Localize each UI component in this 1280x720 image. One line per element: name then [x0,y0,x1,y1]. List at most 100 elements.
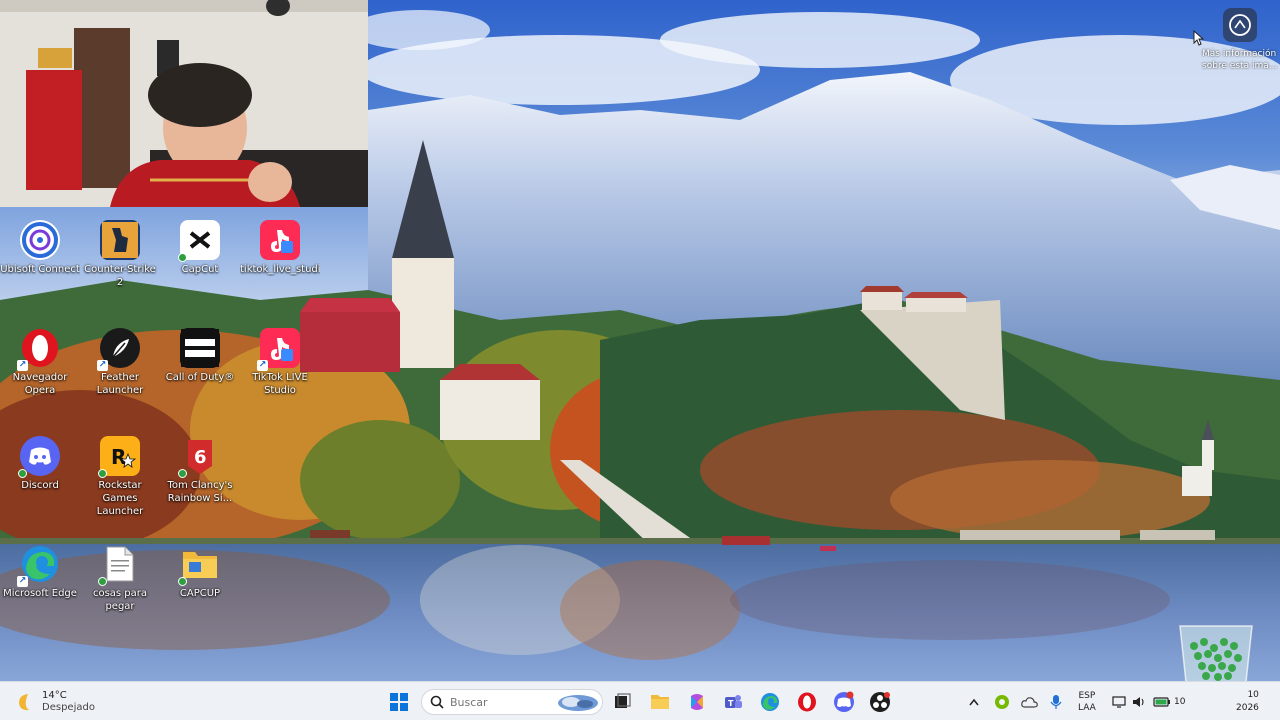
edge-icon: ↗ [17,544,60,587]
call-of-duty-icon [180,328,220,368]
counter-strike-icon [100,220,140,260]
desktop-icon-ubisoft-connect[interactable]: Ubisoft Connect [0,212,80,302]
wallpaper-info-button[interactable] [1223,8,1257,42]
folder-icon [651,695,669,709]
desktop-icon-microsoft-edge[interactable]: ↗ Microsoft Edge [0,536,80,626]
search-icon [430,695,444,709]
weather-condition: Despejado [42,701,95,713]
desktop-icon-label: Discord [21,480,59,491]
rockstar-icon: R [98,436,140,478]
clock-time: 10 [1247,689,1259,700]
sync-check-icon [178,577,187,586]
network-monitor-icon [1112,695,1126,708]
feather-icon: ↗ [97,328,140,371]
folder-icon [178,544,220,586]
desktop-icon-label: CAPCUP [179,588,221,599]
taskbar-discord[interactable] [833,691,855,713]
desktop-icon-capcut[interactable]: CapCut [160,212,240,302]
input-language-button[interactable]: ESP LAA [1078,682,1096,720]
obs-icon [870,692,890,712]
desktop-icon-label: Feather Launcher [96,372,144,396]
tray-network[interactable] [1112,682,1126,720]
speaker-icon [1133,696,1144,707]
desktop-icon-cosas-para-pegar[interactable]: cosas para pegar [80,536,160,626]
start-button[interactable] [388,691,410,713]
tray-app-icon[interactable] [994,682,1010,720]
search-highlight-image [558,695,598,711]
rainbow-six-icon: 6 [178,436,220,478]
sync-check-icon [18,469,27,478]
sync-check-icon [178,253,187,262]
desktop-icon-tiktok-live-studio-shortcut[interactable]: tiktok_live_studi... [240,212,320,302]
opera-icon: ↗ [17,328,60,371]
desktop-icon-label: cosas para pegar [92,588,148,612]
capcut-icon [178,220,220,262]
tiktok-live-icon [260,220,300,260]
discord-icon [834,691,854,712]
ubisoft-icon [20,220,60,260]
desktop-icon-capcup-folder[interactable]: CAPCUP [160,536,240,626]
webcam-overlay [0,0,368,207]
moon-icon [19,693,29,710]
tray-battery[interactable]: 10 [1153,682,1185,720]
desktop-icon-label: Call of Duty® [165,372,235,383]
task-view-icon [615,693,631,708]
sync-check-icon [98,469,107,478]
tray-onedrive[interactable] [1021,682,1039,720]
desktop-icon-counter-strike-2[interactable]: Counter-Strike 2 [80,212,160,302]
shortcut-arrow-icon: ↗ [257,360,268,371]
desktop-icon-discord[interactable]: Discord [0,428,80,518]
wallpaper-info-label[interactable]: Más información sobre esta ima... [1202,48,1280,72]
svg-text:6: 6 [194,447,207,468]
desktop-icon-tiktok-live-studio[interactable]: ↗ TikTok LIVE Studio [240,320,320,410]
desktop-icon-label: Microsoft Edge [3,588,77,599]
copilot-icon [691,694,703,710]
svg-text:T: T [728,699,734,708]
taskbar-teams[interactable]: T [722,691,744,713]
search-input[interactable] [450,695,540,709]
sync-check-icon [98,577,107,586]
taskbar-search[interactable] [421,689,603,715]
edge-icon [761,693,779,711]
clock[interactable]: 10 2026 [1236,682,1259,720]
weather-widget[interactable]: 14°C Despejado [14,682,95,720]
desktop-icon-rockstar-games-launcher[interactable]: R Rockstar Games Launcher [80,428,160,518]
desktop-icon-label: Counter-Strike 2 [84,264,156,288]
desktop-icon-label: Tom Clancy's Rainbow Si... [167,480,233,504]
desktop-icon-label: TikTok LIVE Studio [252,372,308,396]
sync-check-icon [178,469,187,478]
camera-lens-icon [1229,14,1251,36]
desktop-icon-call-of-duty[interactable]: Call of Duty® [160,320,240,410]
tray-microphone[interactable] [1050,682,1062,720]
cloud-icon [1021,696,1038,708]
recycle-bin-icon[interactable] [1176,622,1256,684]
language-code: ESP [1078,690,1096,701]
taskbar-copilot[interactable] [686,691,708,713]
taskbar-edge[interactable] [759,691,781,713]
windows-logo-icon [390,693,408,711]
desktop-icon-label: Ubisoft Connect [0,264,80,275]
desktop-icon-label: Rockstar Games Launcher [96,480,144,517]
battery-percent: 10 [1174,696,1186,707]
shortcut-arrow-icon: ↗ [17,576,28,587]
webcam-person-graphic [0,0,368,207]
desktop-icon-navegador-opera[interactable]: ↗ Navegador Opera [0,320,80,410]
nvidia-icon [995,694,1009,709]
task-view-button[interactable] [611,691,633,713]
taskbar-file-explorer[interactable] [649,691,671,713]
microphone-icon [1050,694,1062,709]
mouse-pointer-icon [1193,30,1205,46]
desktop-icon-label: CapCut [181,264,219,275]
taskbar-obs[interactable] [869,691,891,713]
opera-icon [798,692,816,712]
teams-icon: T [725,695,742,708]
shortcut-arrow-icon: ↗ [17,360,28,371]
keyboard-layout: LAA [1078,702,1096,713]
show-hidden-icons-button[interactable] [968,682,980,720]
discord-icon [18,436,60,478]
desktop-icon-rainbow-six[interactable]: 6 Tom Clancy's Rainbow Si... [160,428,240,518]
desktop-icon-feather-launcher[interactable]: ↗ Feather Launcher [80,320,160,410]
tray-volume[interactable] [1132,682,1146,720]
taskbar-opera[interactable] [796,691,818,713]
tiktok-live-studio-icon: ↗ [257,328,300,371]
